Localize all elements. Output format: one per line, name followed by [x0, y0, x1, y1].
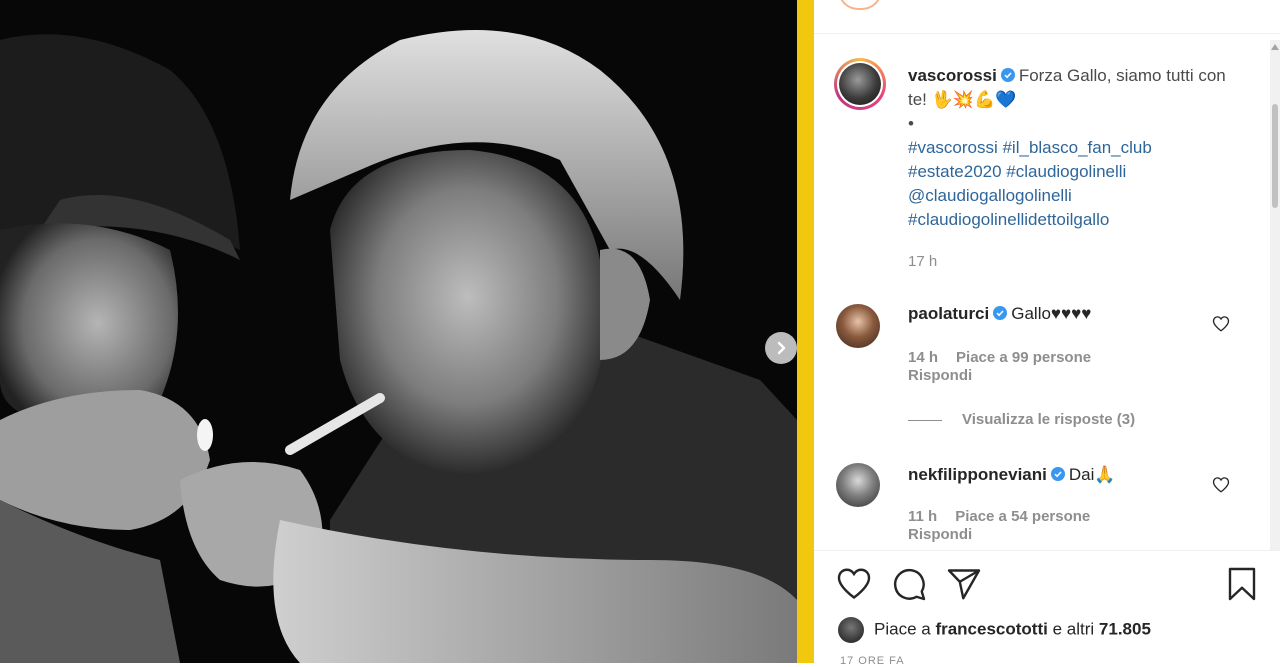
scrollbar-thumb[interactable]: [1272, 104, 1278, 208]
comment-text: Gallo♥♥♥♥: [1011, 304, 1092, 323]
mention-link[interactable]: @claudiogallogolinelli: [908, 184, 1248, 208]
verified-icon: [1050, 467, 1065, 481]
share-icon[interactable]: [946, 566, 982, 602]
verified-icon: [1000, 68, 1015, 82]
replies-divider: [908, 419, 942, 421]
post-side-panel: vascorossi Forza Gallo, siamo tutti con t…: [814, 0, 1280, 667]
accent-bar: [797, 0, 814, 663]
hashtag-line[interactable]: #vascorossi #il_blasco_fan_club: [908, 136, 1248, 160]
author-avatar[interactable]: [834, 58, 886, 110]
comments-scrollbar[interactable]: [1270, 40, 1280, 550]
post-actions: Piace a francescototti e altri 71.805 17…: [814, 550, 1280, 667]
reply-button[interactable]: Rispondi: [908, 367, 972, 384]
panel-header: [814, 0, 1280, 34]
comment-avatar[interactable]: [836, 463, 880, 507]
likes-summary: Piace a francescototti e altri 71.805: [838, 617, 1151, 643]
comment-likes[interactable]: Piace a 54 persone: [955, 508, 1090, 525]
comment-text: Dai🙏: [1068, 465, 1116, 484]
heart-icon[interactable]: [1212, 315, 1230, 333]
heart-icon[interactable]: [836, 566, 872, 602]
verified-icon: [993, 306, 1008, 320]
heart-icon[interactable]: [1212, 476, 1230, 494]
liker-avatar[interactable]: [838, 617, 864, 643]
bookmark-icon[interactable]: [1224, 566, 1260, 602]
comment-body: nekfilipponeviani Dai🙏: [908, 465, 1116, 485]
caption-bullet: •: [908, 114, 914, 133]
comment-likes[interactable]: Piace a 99 persone: [956, 349, 1091, 366]
post-age[interactable]: 17 ORE FA: [840, 655, 905, 667]
chevron-right-icon: [777, 341, 786, 355]
likes-middle: e altri: [1052, 619, 1095, 639]
liker-username[interactable]: francescototti: [935, 619, 1047, 638]
post-caption: vascorossi Forza Gallo, siamo tutti con t…: [908, 64, 1248, 136]
hashtag-line[interactable]: #claudiogolinellidettoilgallo: [908, 208, 1248, 232]
author-username[interactable]: vascorossi: [908, 66, 997, 85]
comment-time[interactable]: 11 h: [908, 508, 937, 525]
header-avatar[interactable]: [838, 0, 882, 10]
comment-username[interactable]: nekfilipponeviani: [908, 465, 1047, 484]
comment-meta: 14 h Piace a 99 persone: [908, 349, 1109, 366]
caption-hashtags: #vascorossi #il_blasco_fan_club #estate2…: [908, 136, 1248, 232]
post-photo: [0, 0, 797, 663]
caption-time: 17 h: [908, 253, 938, 270]
scroll-up-arrow[interactable]: [1271, 44, 1279, 50]
comment-username[interactable]: paolaturci: [908, 304, 989, 323]
reply-button[interactable]: Rispondi: [908, 526, 972, 543]
next-photo-button[interactable]: [765, 332, 797, 364]
post-photo-image: [0, 0, 797, 663]
view-replies-button[interactable]: Visualizza le risposte (3): [908, 411, 1135, 428]
comment-body: paolaturci Gallo♥♥♥♥: [908, 304, 1091, 324]
likes-prefix: Piace a: [874, 619, 931, 639]
comment-meta: 11 h Piace a 54 persone: [908, 508, 1108, 525]
comment-icon[interactable]: [891, 566, 927, 602]
view-replies-label: Visualizza le risposte (3): [962, 411, 1136, 428]
comment-time[interactable]: 14 h: [908, 349, 938, 366]
comment-avatar[interactable]: [836, 304, 880, 348]
hashtag-line[interactable]: #estate2020 #claudiogolinelli: [908, 160, 1248, 184]
likes-count[interactable]: 71.805: [1099, 619, 1151, 638]
